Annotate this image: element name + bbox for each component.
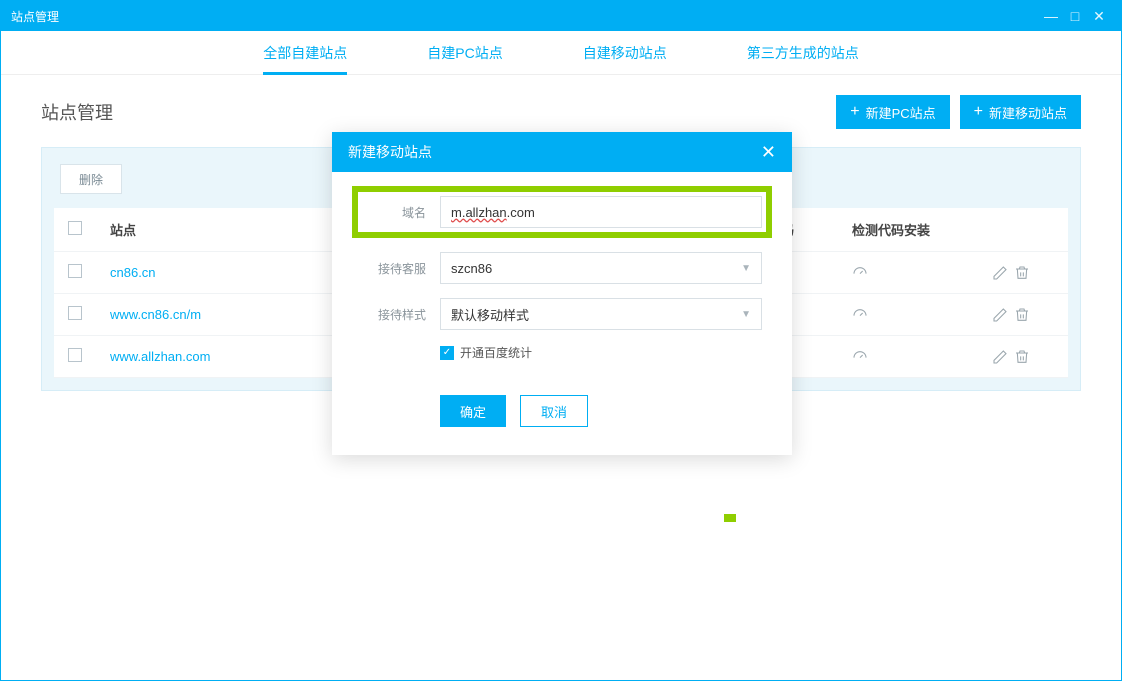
modal-ok-button[interactable]: 确定 [440, 395, 506, 427]
service-select[interactable]: szcn86 ▼ [440, 252, 762, 284]
chevron-down-icon: ▼ [741, 309, 751, 320]
modal-title: 新建移动站点 [348, 142, 432, 162]
domain-label: 域名 [362, 204, 426, 221]
service-label: 接待客服 [362, 260, 426, 277]
domain-highlight: 域名 m.allzhan.com [352, 186, 772, 238]
chevron-down-icon: ▼ [741, 263, 751, 274]
modal-cancel-button[interactable]: 取消 [520, 395, 588, 427]
baidu-stats-checkbox[interactable]: ✓ [440, 346, 454, 360]
service-value: szcn86 [451, 261, 492, 276]
new-mobile-site-modal: 新建移动站点 ✕ 域名 m.allzhan.com 接待客服 szcn86 ▼ [332, 132, 792, 455]
modal-overlay: 新建移动站点 ✕ 域名 m.allzhan.com 接待客服 szcn86 ▼ [1, 1, 1121, 680]
baidu-stats-label: 开通百度统计 [460, 344, 532, 361]
domain-input[interactable]: m.allzhan.com [440, 196, 762, 228]
style-label: 接待样式 [362, 306, 426, 323]
modal-close-icon[interactable]: ✕ [761, 142, 776, 163]
style-value: 默认移动样式 [451, 305, 529, 324]
cursor-caret-icon [724, 514, 736, 522]
style-select[interactable]: 默认移动样式 ▼ [440, 298, 762, 330]
